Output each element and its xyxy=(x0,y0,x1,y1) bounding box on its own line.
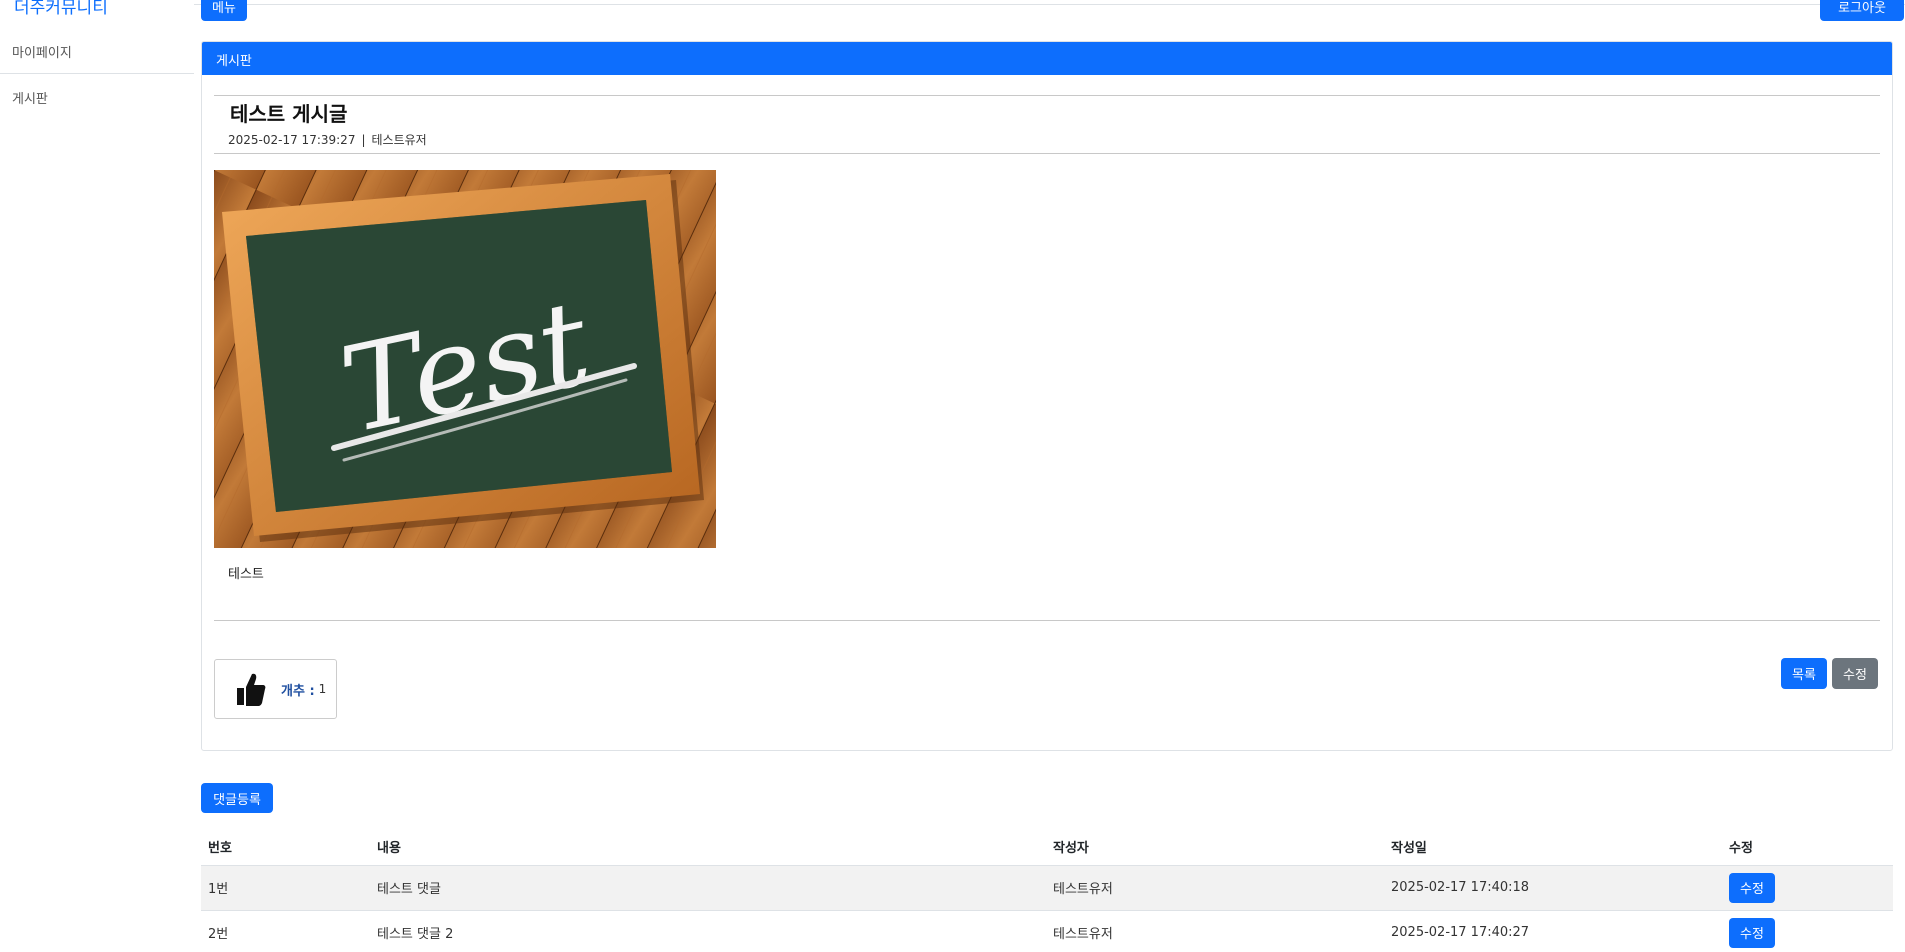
divider xyxy=(214,153,1880,154)
comment-content: 테스트 댓글 xyxy=(370,865,1046,911)
thumbs-up-icon xyxy=(237,673,266,706)
like-label: 개추 : xyxy=(281,683,315,699)
like-count: 1 xyxy=(318,682,327,696)
comment-author: 테스트유저 xyxy=(1046,865,1384,911)
top-bar xyxy=(194,0,1905,5)
column-header-number: 번호 xyxy=(201,829,370,866)
comment-date: 2025-02-17 17:40:27 xyxy=(1384,910,1722,952)
table-row: 2번 테스트 댓글 2 테스트유저 2025-02-17 17:40:27 수정 xyxy=(201,910,1893,952)
app-root: 더주커뮤니티 마이페이지 게시판 메뉴 로그아웃 게시판 테스트 게시글 202… xyxy=(0,0,1905,952)
sidebar-item-mypage[interactable]: 마이페이지 xyxy=(0,42,194,74)
post-author: 테스트유저 xyxy=(371,133,427,147)
like-button[interactable]: 개추 : 1 xyxy=(214,659,337,719)
card-header: 게시판 xyxy=(202,42,1892,75)
list-button[interactable]: 목록 xyxy=(1781,658,1827,689)
divider xyxy=(214,95,1880,96)
column-header-author: 작성자 xyxy=(1046,829,1384,866)
comment-date: 2025-02-17 17:40:18 xyxy=(1384,865,1722,911)
menu-button[interactable]: 메뉴 xyxy=(201,0,247,21)
comment-edit-cell: 수정 xyxy=(1722,865,1893,911)
comment-number: 1번 xyxy=(201,865,370,911)
sidebar-item-board[interactable]: 게시판 xyxy=(0,88,194,107)
table-row: 1번 테스트 댓글 테스트유저 2025-02-17 17:40:18 수정 xyxy=(201,865,1893,911)
comment-table: 번호 내용 작성자 작성일 수정 1번 테스트 댓글 테스트유저 2025-02… xyxy=(201,829,1893,952)
comment-content: 테스트 댓글 2 xyxy=(370,910,1046,952)
table-header-row: 번호 내용 작성자 작성일 수정 xyxy=(201,829,1893,866)
post-image: Test xyxy=(214,170,716,548)
post-title: 테스트 게시글 xyxy=(230,102,348,126)
post-meta: 2025-02-17 17:39:27 | 테스트유저 xyxy=(228,131,427,148)
post-date: 2025-02-17 17:39:27 xyxy=(228,133,356,147)
column-header-content: 내용 xyxy=(370,829,1046,866)
post-card: 게시판 테스트 게시글 2025-02-17 17:39:27 | 테스트유저 xyxy=(201,41,1893,751)
comment-edit-cell: 수정 xyxy=(1722,910,1893,952)
brand-logo[interactable]: 더주커뮤니티 xyxy=(14,0,108,18)
add-comment-button[interactable]: 댓글등록 xyxy=(201,783,273,813)
column-header-edit: 수정 xyxy=(1722,829,1893,866)
edit-comment-button[interactable]: 수정 xyxy=(1729,917,1775,948)
column-header-date: 작성일 xyxy=(1384,829,1722,866)
logout-button[interactable]: 로그아웃 xyxy=(1820,0,1904,21)
sidebar: 더주커뮤니티 마이페이지 게시판 xyxy=(0,0,194,952)
edit-comment-button[interactable]: 수정 xyxy=(1729,872,1775,903)
edit-post-button[interactable]: 수정 xyxy=(1832,658,1878,689)
post-body: 테스트 xyxy=(228,567,264,582)
comment-author: 테스트유저 xyxy=(1046,910,1384,952)
comment-number: 2번 xyxy=(201,910,370,952)
divider xyxy=(214,620,1880,621)
meta-separator: | xyxy=(361,133,366,147)
